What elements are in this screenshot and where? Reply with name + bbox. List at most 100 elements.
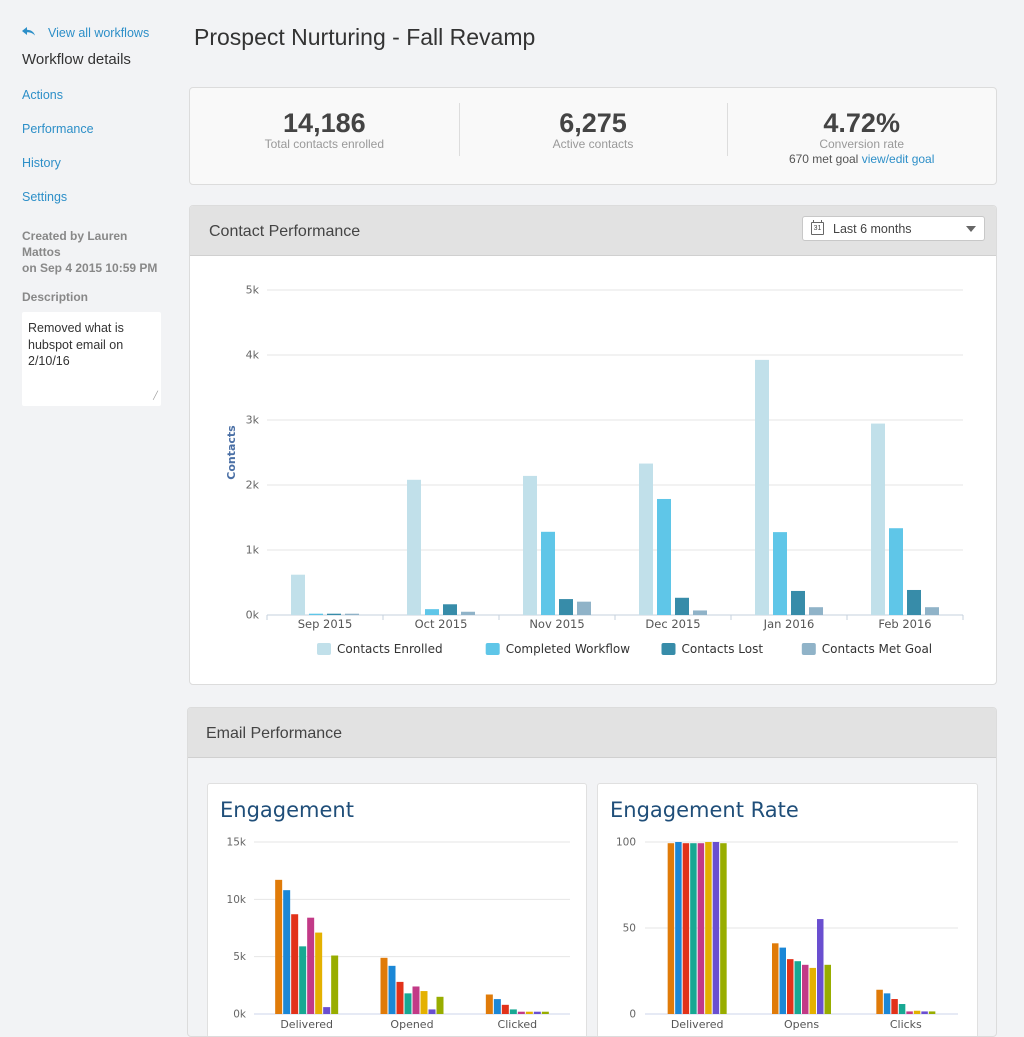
bar-series-3 xyxy=(501,1004,509,1014)
bar-series-5 xyxy=(906,1011,913,1014)
y-tick-label: 0k xyxy=(233,1009,247,1021)
bar-contacts-met-goal xyxy=(809,607,823,615)
bar-series-5 xyxy=(517,1011,525,1014)
date-range-select[interactable]: 31 Last 6 months xyxy=(802,216,985,241)
x-tick-label: Opens xyxy=(784,1018,819,1031)
bar-contacts-met-goal xyxy=(461,611,475,615)
bar-series-3 xyxy=(787,959,794,1014)
bar-completed-workflow xyxy=(773,532,787,615)
bar-series-7 xyxy=(533,1011,541,1014)
bar-series-6 xyxy=(315,932,323,1014)
x-tick-label: Oct 2015 xyxy=(415,617,468,631)
engagement-chart: 0k 5k 10k 15k Delivered Opened Clicked xyxy=(227,837,570,1031)
stats-summary: 14,186 Total contacts enrolled 6,275 Act… xyxy=(189,87,997,185)
bar-series-4 xyxy=(509,1009,517,1014)
bar-series-4 xyxy=(794,961,801,1014)
legend-label: Completed Workflow xyxy=(506,642,631,656)
bar-completed-workflow xyxy=(309,613,323,615)
bar-series-1 xyxy=(380,957,388,1014)
bar-series-2 xyxy=(779,947,786,1014)
bar-completed-workflow xyxy=(889,528,903,615)
legend-label: Contacts Enrolled xyxy=(337,642,443,656)
email-performance-panel: Email Performance Engagement 0k 5k 10k 15k D… xyxy=(187,707,997,1037)
y-tick-label: 3k xyxy=(246,414,260,427)
bar-completed-workflow xyxy=(425,609,439,615)
legend-swatch xyxy=(485,643,500,655)
legend-label: Contacts Lost xyxy=(682,642,764,656)
bar-series-1 xyxy=(485,994,493,1014)
engagement-card: Engagement 0k 5k 10k 15k Delivered Opened Clic… xyxy=(207,783,587,1036)
sidebar: View all workflows Workflow details Acti… xyxy=(22,24,162,406)
bar-series-8 xyxy=(720,843,727,1014)
created-line-2: Mattos xyxy=(22,245,61,259)
sidebar-item-settings[interactable]: Settings xyxy=(22,190,162,206)
stat-value: 6,275 xyxy=(559,108,627,138)
calendar-icon: 31 xyxy=(811,220,824,235)
sidebar-item-history[interactable]: History xyxy=(22,156,162,172)
stat-active-contacts: 6,275 Active contacts xyxy=(458,88,728,184)
description-label: Description xyxy=(22,290,89,304)
y-tick-label: 10k xyxy=(227,894,247,906)
bar-series-7 xyxy=(428,1009,436,1014)
goal-count: 670 met goal xyxy=(788,152,859,166)
bar-series-6 xyxy=(913,1010,921,1014)
bar-series-3 xyxy=(291,914,299,1014)
view-edit-goal-link[interactable]: view/edit goal xyxy=(862,152,935,166)
bar-completed-workflow xyxy=(657,498,671,615)
x-tick-label: Delivered xyxy=(280,1018,333,1031)
contact-performance-chart: 0k 1k 2k 3k 4k 5k Sep 2015 Oct 2015 Nov 2015 Dec … xyxy=(225,284,964,656)
resize-handle-icon[interactable]: ╱ xyxy=(153,388,158,405)
x-tick-label: Clicked xyxy=(498,1018,538,1031)
sidebar-item-actions[interactable]: Actions xyxy=(22,88,162,104)
bar-contacts-met-goal xyxy=(577,601,591,615)
bar-contacts-enrolled xyxy=(407,479,421,615)
legend-swatch xyxy=(661,643,676,655)
page-title: Prospect Nurturing - Fall Revamp xyxy=(194,24,536,50)
bar-series-5 xyxy=(802,964,809,1014)
engagement-rate-card: Engagement Rate 0 50 100 Delivered Opens Clic… xyxy=(597,783,978,1036)
x-tick-label: Delivered xyxy=(671,1018,724,1031)
bar-series-1 xyxy=(876,989,883,1014)
engagement-rate-chart: 0 50 100 Delivered Opens Clicks xyxy=(616,837,958,1031)
bar-series-8 xyxy=(331,955,339,1014)
bar-series-5 xyxy=(412,986,420,1014)
workflow-details-heading: Workflow details xyxy=(22,51,131,68)
x-tick-label: Jan 2016 xyxy=(763,617,815,631)
contact-performance-title: Contact Performance xyxy=(209,223,361,240)
contact-performance-header: Contact Performance 31 Last 6 months xyxy=(190,206,996,256)
sidebar-item-performance[interactable]: Performance xyxy=(22,122,162,138)
bar-series-7 xyxy=(817,919,824,1014)
bar-series-1 xyxy=(772,943,779,1014)
bar-series-4 xyxy=(404,993,412,1014)
bar-series-2 xyxy=(388,965,396,1014)
date-range-value: Last 6 months xyxy=(833,221,912,236)
bar-series-7 xyxy=(921,1011,928,1014)
goal-info: 670 met goal view/edit goal xyxy=(727,152,996,166)
view-all-workflows-link[interactable]: View all workflows xyxy=(22,24,162,42)
y-tick-label: 4k xyxy=(246,349,260,362)
bar-series-3 xyxy=(682,843,690,1014)
bar-series-7 xyxy=(323,1007,331,1014)
stat-value: 4.72% xyxy=(823,108,900,138)
bar-series-6 xyxy=(809,967,816,1014)
y-tick-label: 0 xyxy=(629,1009,636,1021)
legend-swatch xyxy=(801,643,816,655)
bar-series-4 xyxy=(690,843,697,1014)
bar-contacts-enrolled xyxy=(291,574,305,615)
y-tick-label: 5k xyxy=(233,951,247,963)
bar-series-8 xyxy=(928,1011,936,1014)
bar-contacts-met-goal xyxy=(925,607,939,615)
x-tick-label: Opened xyxy=(390,1018,433,1031)
y-tick-label: 5k xyxy=(246,284,260,297)
created-line-1: Created by Lauren xyxy=(22,229,128,243)
description-textarea[interactable]: Removed what is hubspot email on 2/10/16… xyxy=(22,312,161,406)
bar-contacts-lost xyxy=(327,613,341,615)
x-tick-label: Nov 2015 xyxy=(529,617,584,631)
stat-label: Total contacts enrolled xyxy=(264,137,385,151)
bar-series-4 xyxy=(898,1004,906,1014)
y-tick-label: 2k xyxy=(246,479,260,492)
view-all-workflows-label: View all workflows xyxy=(48,26,150,40)
contact-performance-panel: Contact Performance 31 Last 6 months 0k 1… xyxy=(189,205,997,685)
bar-series-3 xyxy=(891,999,898,1014)
bar-series-5 xyxy=(307,917,315,1014)
